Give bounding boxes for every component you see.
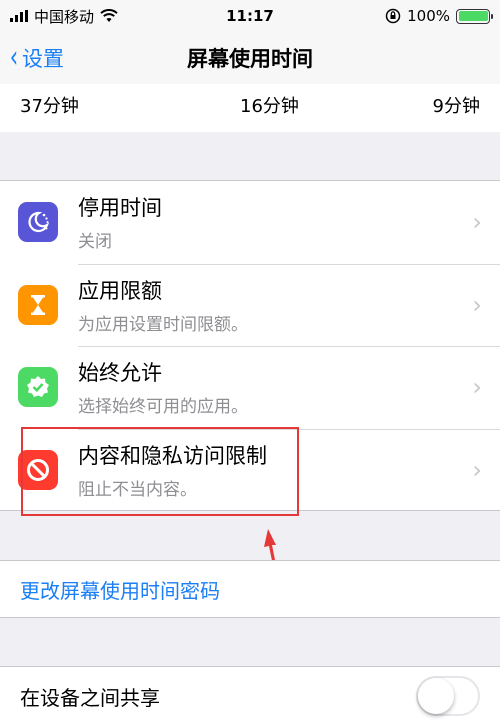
share-label: 在设备之间共享 bbox=[20, 685, 160, 710]
downtime-moon-icon bbox=[18, 202, 58, 243]
usage-value: 16分钟 bbox=[240, 96, 299, 117]
row-title: 应用限额 bbox=[78, 278, 162, 303]
usage-summary-row: 37分钟 16分钟 9分钟 bbox=[0, 84, 500, 132]
row-title: 始终允许 bbox=[78, 361, 162, 385]
signal-icon bbox=[10, 10, 28, 22]
settings-row-downtime[interactable]: 停用时间 关闭 › bbox=[0, 181, 500, 264]
row-subtitle: 关闭 bbox=[78, 232, 112, 252]
usage-value: 9分钟 bbox=[432, 96, 480, 117]
usage-value: 37分钟 bbox=[20, 96, 79, 117]
status-time: 11:17 bbox=[226, 7, 274, 25]
passcode-group: 更改屏幕使用时间密码 bbox=[0, 560, 500, 618]
settings-row-content-privacy[interactable]: 内容和隐私访问限制 阻止不当内容。 › bbox=[0, 428, 500, 512]
back-label: 设置 bbox=[22, 47, 64, 71]
wifi-icon bbox=[100, 9, 118, 22]
toggle-knob bbox=[418, 678, 454, 714]
battery-percent: 100% bbox=[407, 7, 450, 25]
chevron-right-icon: › bbox=[472, 208, 482, 237]
checkmark-badge-icon bbox=[18, 367, 58, 408]
page-title: 屏幕使用时间 bbox=[187, 47, 313, 71]
battery-icon bbox=[456, 8, 493, 24]
settings-row-always-allowed[interactable]: 始终允许 选择始终可用的应用。 › bbox=[0, 346, 500, 429]
carrier-label: 中国移动 bbox=[34, 7, 95, 26]
settings-row-app-limits[interactable]: 应用限额 为应用设置时间限额。 › bbox=[0, 263, 500, 347]
no-entry-icon bbox=[18, 449, 58, 490]
chevron-right-icon: › bbox=[472, 373, 482, 402]
row-subtitle: 阻止不当内容。 bbox=[78, 479, 197, 500]
share-group: 在设备之间共享 bbox=[0, 666, 500, 722]
row-subtitle: 选择始终可用的应用。 bbox=[78, 397, 248, 417]
chevron-left-icon: ‹ bbox=[9, 40, 19, 75]
orientation-lock-icon bbox=[385, 8, 401, 24]
navigation-bar: ‹ 设置 屏幕使用时间 bbox=[0, 32, 500, 84]
row-title: 内容和隐私访问限制 bbox=[78, 443, 267, 468]
hourglass-icon bbox=[18, 284, 58, 325]
chevron-right-icon: › bbox=[472, 455, 482, 484]
battery-fill bbox=[458, 11, 488, 21]
back-button[interactable]: ‹ 设置 bbox=[8, 32, 64, 84]
row-subtitle: 为应用设置时间限额。 bbox=[78, 314, 248, 335]
row-title: 停用时间 bbox=[78, 196, 162, 220]
settings-group: 停用时间 关闭 › 应用限额 为应用设置时间限额。 › 始终允许 选择始终可用的… bbox=[0, 180, 500, 511]
chevron-right-icon: › bbox=[472, 290, 482, 319]
status-bar: 中国移动 11:17 100% bbox=[0, 0, 500, 32]
change-passcode-link[interactable]: 更改屏幕使用时间密码 bbox=[20, 575, 220, 604]
share-toggle[interactable] bbox=[416, 676, 480, 716]
